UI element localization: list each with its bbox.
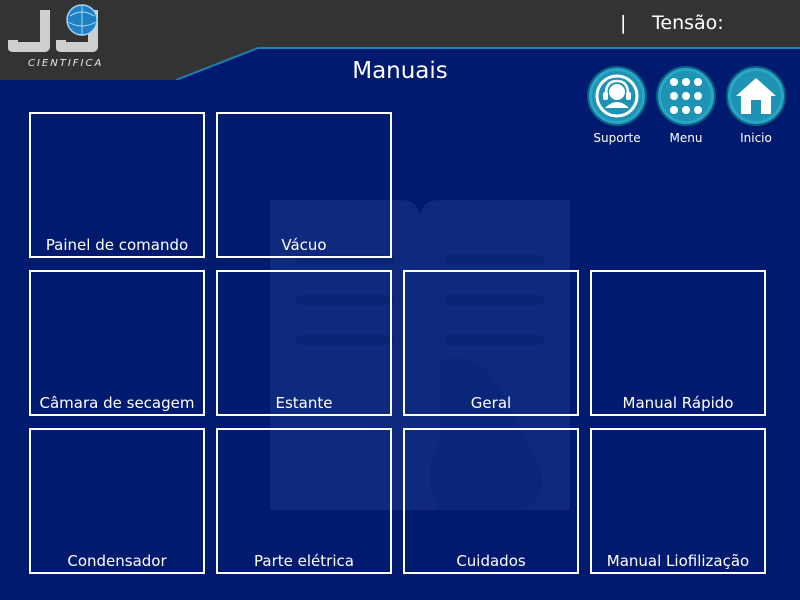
manual-tile-condensador[interactable]: Condensador [29, 428, 205, 574]
menu-label: Menu [669, 131, 703, 145]
manual-tile-manual-rapido[interactable]: Manual Rápido [590, 270, 766, 416]
manual-tile-label: Cuidados [456, 552, 526, 570]
manual-tile-label: Manual Liofilização [606, 552, 750, 570]
manual-tile-vacuo[interactable]: Vácuo [216, 112, 392, 258]
tension-label: Tensão: [652, 12, 724, 34]
manual-tile-label: Manual Rápido [622, 394, 734, 412]
manual-tile-geral[interactable]: Geral [403, 270, 579, 416]
home-button[interactable]: Inicio [725, 66, 787, 145]
manual-tile-cuidados[interactable]: Cuidados [403, 428, 579, 574]
manual-tile-label: Parte elétrica [254, 552, 354, 570]
home-label: Inicio [740, 131, 772, 145]
support-button[interactable]: Suporte [586, 66, 648, 145]
header-separator: | [620, 12, 627, 34]
manual-tile-label: Geral [470, 394, 512, 412]
manual-tile-estante[interactable]: Estante [216, 270, 392, 416]
manual-tile-painel-de-comando[interactable]: Painel de comando [29, 112, 205, 258]
manual-tile-parte-eletrica[interactable]: Parte elétrica [216, 428, 392, 574]
grid-menu-icon [656, 66, 716, 126]
manual-tile-label: Câmara de secagem [39, 394, 195, 412]
support-label: Suporte [593, 131, 641, 145]
menu-button[interactable]: Menu [655, 66, 717, 145]
home-icon [726, 66, 786, 126]
manual-tile-manual-liofilizacao[interactable]: Manual Liofilização [590, 428, 766, 574]
manual-tile-camara-de-secagem[interactable]: Câmara de secagem [29, 270, 205, 416]
support-headset-icon [587, 66, 647, 126]
manual-tile-label: Vácuo [281, 236, 327, 254]
manual-tile-label: Estante [275, 394, 333, 412]
manual-tile-label: Condensador [67, 552, 167, 570]
manual-tile-label: Painel de comando [45, 236, 189, 254]
